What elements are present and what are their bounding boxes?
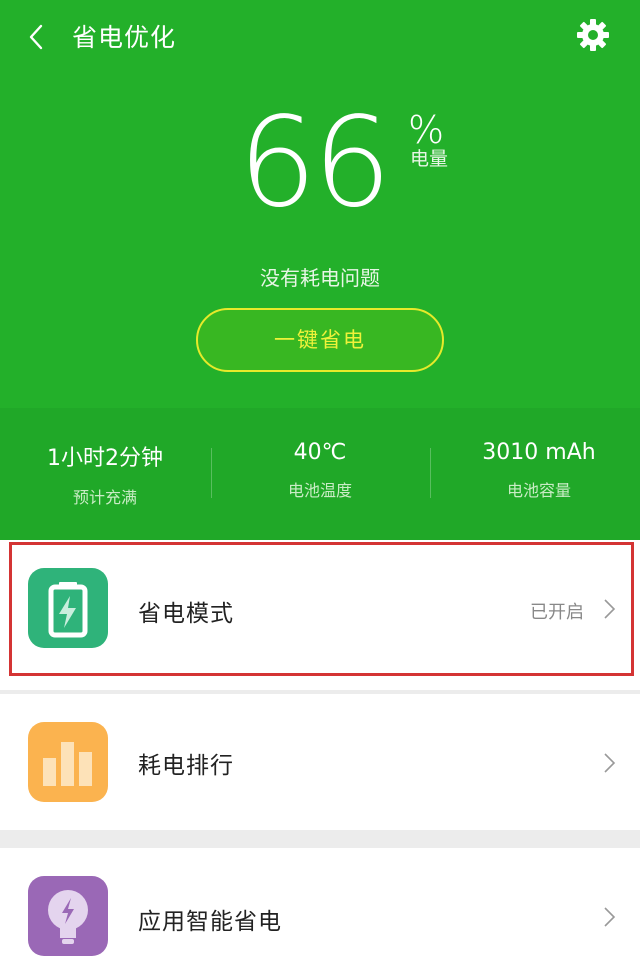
page-title: 省电优化	[72, 23, 177, 52]
battery-charging-icon	[28, 568, 108, 648]
stat-battery-capacity: 3010 mAh 电池容量	[434, 440, 640, 501]
stat-label: 预计充满	[72, 488, 137, 507]
menu-item-power-ranking[interactable]: 耗电排行	[0, 694, 640, 830]
stat-value: 1小时2分钟	[47, 446, 163, 471]
stat-divider	[430, 448, 431, 498]
battery-status-text: 没有耗电问题	[260, 266, 380, 290]
menu-item-label: 省电模式	[138, 601, 234, 627]
chevron-right-icon	[604, 753, 616, 773]
top-bar: 省电优化	[0, 0, 640, 72]
chevron-right-icon	[604, 907, 616, 927]
bar-chart-icon	[28, 722, 108, 802]
stat-charge-time: 1小时2分钟 预计充满	[0, 440, 210, 508]
stat-divider	[211, 448, 212, 498]
settings-gear-icon[interactable]	[575, 17, 611, 53]
stat-battery-temperature: 40℃ 电池温度	[215, 440, 425, 501]
one-tap-save-button[interactable]: 一键省电	[196, 308, 444, 372]
lightbulb-icon	[28, 876, 108, 956]
battery-level-label: 电量	[410, 148, 449, 170]
chevron-right-icon	[604, 599, 616, 619]
menu-item-label: 耗电排行	[138, 753, 234, 779]
stat-label: 电池温度	[287, 481, 352, 500]
back-arrow-icon[interactable]	[22, 20, 52, 54]
menu-item-label: 应用智能省电	[138, 909, 282, 935]
battery-percentage: 66	[238, 91, 392, 235]
menu-item-power-saving-mode[interactable]: 省电模式 已开启	[0, 540, 640, 690]
menu-item-app-smart-saving[interactable]: 应用智能省电	[0, 848, 640, 974]
power-saving-state: 已开启	[530, 602, 584, 623]
stat-value: 40℃	[293, 440, 347, 465]
stat-value: 3010 mAh	[482, 440, 596, 465]
stat-label: 电池容量	[506, 481, 571, 500]
